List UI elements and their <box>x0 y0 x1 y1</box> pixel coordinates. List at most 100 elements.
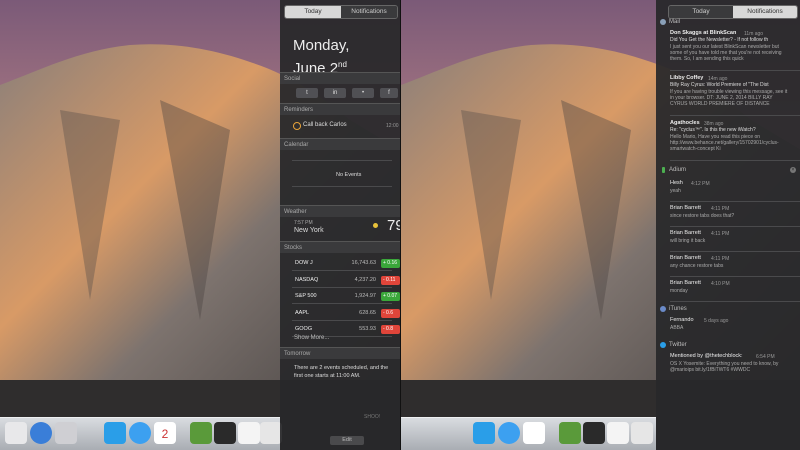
stock-value: 16,743.63 <box>351 260 376 266</box>
stock-divider <box>292 319 392 321</box>
twitter-icon[interactable] <box>104 422 126 444</box>
twitter-share-icon[interactable]: t <box>296 88 318 98</box>
stock-change[interactable]: - 0.11 <box>381 275 400 285</box>
mail-sender[interactable]: Agathocles <box>670 120 700 126</box>
twitter-message: OS X Yosemite: Everything you need to kn… <box>670 361 779 374</box>
twitter-sender[interactable]: Mentioned by @thetechblock: <box>670 353 743 359</box>
mail-body: If you are having trouble viewing this m… <box>670 89 788 108</box>
tab-today[interactable]: Today <box>285 6 341 18</box>
twitter-header: Twitter <box>669 342 687 348</box>
adium-divider <box>670 201 800 202</box>
mail-time: 38m ago <box>704 120 724 127</box>
mail-header: Mail <box>669 19 681 25</box>
adium-sender[interactable]: Brian Barrett <box>670 255 701 261</box>
tomorrow-summary: There are 2 events scheduled, and the fi… <box>294 365 389 379</box>
adium-divider <box>670 226 800 227</box>
launchpad-icon[interactable] <box>5 422 27 444</box>
document-icon[interactable] <box>238 422 260 444</box>
mail-time: 11m ago <box>744 30 764 37</box>
tomorrow-header: Tomorrow <box>280 347 400 359</box>
stock-name: NASDAQ <box>295 276 319 283</box>
adium-message: will bring it back <box>670 238 706 244</box>
twitter-icon[interactable] <box>473 422 495 444</box>
right-screen: Today Notifications Mail Don Skaggs at B… <box>401 0 800 450</box>
stock-change[interactable]: - 0.6 <box>381 308 400 318</box>
mail-time: 14m ago <box>708 75 728 82</box>
adium-header: Adium <box>669 167 687 173</box>
adium-divider <box>670 251 800 252</box>
preview-icon[interactable] <box>55 422 77 444</box>
stock-value: 553.93 <box>359 326 376 332</box>
notification-center-notifications: Today Notifications Mail Don Skaggs at B… <box>656 0 800 450</box>
calendar-icon[interactable] <box>523 422 545 444</box>
itunes-icon[interactable] <box>30 422 52 444</box>
document-icon-2[interactable] <box>260 422 282 444</box>
itunes-time: 5 days ago <box>704 317 729 324</box>
stock-change[interactable]: - 0.8 <box>381 325 400 334</box>
adium-time: 4:12 PM <box>691 180 710 187</box>
stock-divider <box>292 303 392 304</box>
stock-name: GOOG <box>295 326 313 332</box>
adium-sender[interactable]: Hesh <box>670 180 683 186</box>
mail-sender[interactable]: Libby Coffey <box>670 75 703 81</box>
show-more-link[interactable]: Show More... <box>294 335 329 341</box>
stock-value: 4,237.20 <box>354 276 376 283</box>
facebook-share-icon[interactable]: f <box>380 88 398 98</box>
stock-change[interactable]: + 0.16 <box>381 259 400 268</box>
mail-subject: Re: "cyclus™". Is this the new iWatch? <box>670 127 756 133</box>
mail-divider <box>670 70 800 71</box>
messages-icon[interactable] <box>129 422 151 444</box>
reminders-header: Reminders <box>280 103 400 115</box>
mail-body: I just sent you our latest BlinkScan new… <box>670 44 782 63</box>
adium-time: 4:11 PM <box>711 230 730 237</box>
mail-subject: Did You Get the Newsletter? - If not fol… <box>670 37 769 43</box>
reminder-item: Call back Carlos <box>303 122 347 128</box>
adium-message: any chance restore tabs <box>670 263 724 269</box>
calendar-icon[interactable]: 2 <box>154 422 176 444</box>
reminder-checkbox[interactable] <box>293 122 301 130</box>
stock-value: 1,924.97 <box>354 293 376 299</box>
messages-icon[interactable] <box>498 422 520 444</box>
adium-sender[interactable]: Brian Barrett <box>670 205 701 211</box>
itunes-message: ABBA <box>670 325 684 331</box>
clear-adium-icon[interactable]: × <box>790 167 796 173</box>
stock-divider <box>292 270 392 271</box>
twitter-time: 6:54 PM <box>756 353 775 360</box>
photo-booth-icon[interactable] <box>214 422 236 444</box>
mail-divider <box>670 115 800 116</box>
adium-time: 4:10 PM <box>711 280 730 287</box>
adium-divider <box>670 301 800 302</box>
adium-time: 4:11 PM <box>711 255 730 262</box>
adium-divider <box>670 276 800 277</box>
adium-sender[interactable]: Brian Barrett <box>670 280 701 286</box>
adium-message: yeah <box>670 188 681 194</box>
adium-message: since restore tabs does that? <box>670 213 735 219</box>
stock-value: 628.65 <box>359 309 376 316</box>
stock-divider <box>292 286 392 288</box>
sun-icon <box>373 223 378 228</box>
social-header: Social <box>280 72 400 84</box>
adium-sender[interactable]: Brian Barrett <box>670 230 701 236</box>
stock-name: DOW J <box>295 260 313 266</box>
photo-booth-icon[interactable] <box>583 422 605 444</box>
nc-tab-switch: Today Notifications <box>284 5 398 19</box>
itunes-sender[interactable]: Fernando <box>670 317 694 323</box>
stock-name: S&P 500 <box>295 293 317 299</box>
weather-header: Weather <box>280 205 400 217</box>
document-icon-2[interactable] <box>631 422 653 444</box>
document-icon[interactable] <box>607 422 629 444</box>
messages-share-icon[interactable]: • <box>352 88 374 98</box>
dock-right <box>401 417 656 450</box>
date-suffix: nd <box>338 60 347 69</box>
other-app-icon[interactable] <box>559 422 581 444</box>
tab-notifications[interactable]: Notifications <box>341 6 397 18</box>
other-app-icon[interactable] <box>190 422 212 444</box>
adium-time: 4:11 PM <box>711 205 730 212</box>
stock-change[interactable]: + 0.07 <box>381 292 400 301</box>
adium-message: monday <box>670 288 688 294</box>
mail-subject: Billy Ray Cyrus: World Premiere of "The … <box>670 82 769 88</box>
edit-button[interactable]: Edit <box>330 436 364 445</box>
mail-sender[interactable]: Don Skaggs at BlinkScan <box>670 30 736 36</box>
itunes-header: iTunes <box>669 306 687 312</box>
linkedin-share-icon[interactable]: in <box>324 88 346 98</box>
